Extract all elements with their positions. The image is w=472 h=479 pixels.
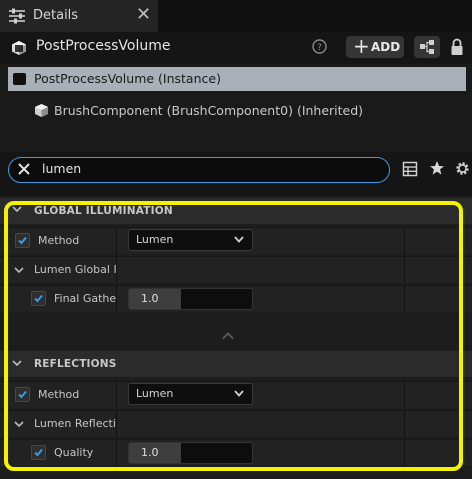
cube-icon: [12, 72, 28, 86]
tree-item-label[interactable]: BrushComponent (BrushComponent0) (Inheri…: [54, 103, 363, 118]
component-cube-icon: [34, 103, 49, 118]
star-icon[interactable]: [429, 160, 445, 176]
add-button-label: ADD: [371, 40, 401, 54]
add-component-button[interactable]: + ADD: [346, 36, 404, 58]
help-icon[interactable]: ?: [312, 39, 327, 54]
blueprint-icon: [419, 39, 435, 55]
details-sliders-icon: [8, 8, 26, 24]
svg-text:?: ?: [317, 43, 322, 53]
close-tab-icon[interactable]: ✕: [136, 6, 151, 24]
plus-icon: +: [353, 34, 370, 58]
lock-icon[interactable]: [450, 38, 464, 56]
search-value[interactable]: lumen: [42, 161, 81, 176]
highlight-outline: [4, 201, 463, 471]
clear-search-icon[interactable]: [17, 162, 31, 176]
tab-title: Details: [33, 8, 79, 23]
gear-icon[interactable]: [454, 160, 471, 177]
tree-item-label: PostProcessVolume (Instance): [34, 71, 221, 86]
cube-icon: [11, 40, 27, 56]
table-view-icon[interactable]: [402, 161, 418, 177]
actor-name: PostProcessVolume: [36, 38, 171, 54]
blueprint-button[interactable]: [414, 36, 440, 58]
